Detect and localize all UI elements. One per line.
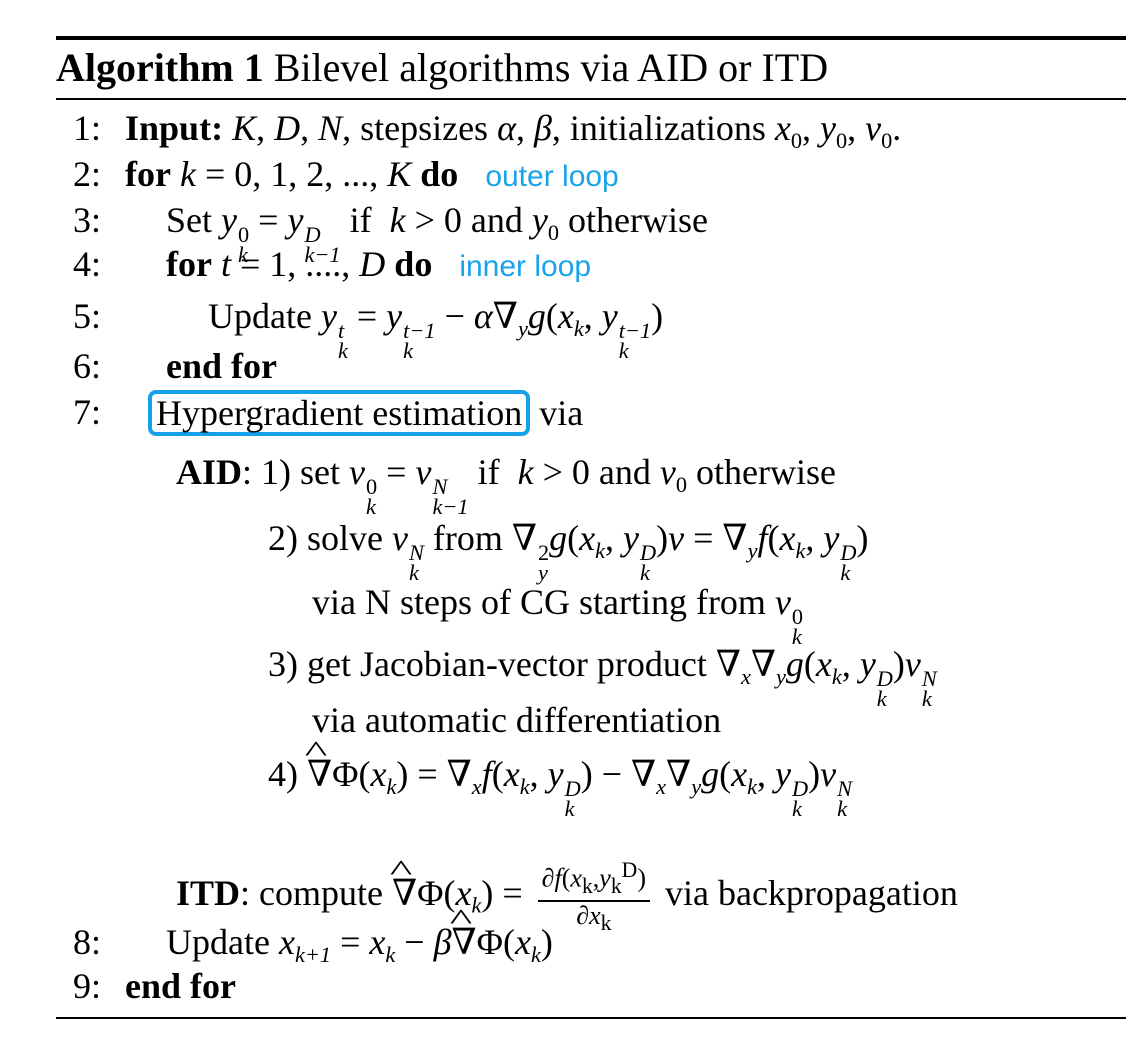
line-number-1: 1: (73, 108, 102, 148)
header-rule (56, 98, 1126, 100)
outer-loop-annotation: outer loop (485, 160, 619, 193)
line-number-7: 7: (73, 392, 102, 432)
line-number-6: 6: (73, 346, 102, 386)
line-9-end-for: end for (125, 966, 236, 1006)
line-number-5: 5: (73, 296, 102, 336)
line-2-outer-for: for k = 0, 1, 2, ..., K do outer loop (125, 154, 619, 194)
algorithm-title: Algorithm 1 Bilevel algorithms via AID o… (56, 44, 828, 92)
aid-step-4: 4) ∇Φ(xk) = ∇xf(xk, yDk) − ∇x∇yg(xk, yDk… (268, 752, 852, 820)
line-number-9: 9: (73, 966, 102, 1006)
line-6-end-for: end for (166, 346, 277, 386)
line-number-8: 8: (73, 922, 102, 962)
line-number-4: 4: (73, 244, 102, 284)
bottom-rule (56, 1017, 1126, 1019)
inner-loop-annotation: inner loop (459, 250, 592, 283)
line-7-hypergradient: Hypergradient estimation via (148, 390, 583, 436)
aid-step-3-cont: via automatic differentiation (312, 700, 722, 740)
top-rule (56, 36, 1126, 40)
algorithm-name: Bilevel algorithms via AID or ITD (273, 45, 829, 90)
aid-step-2: 2) solve vNk from ∇ 2 y g(xk, y Dk)v = ∇yf(x… (268, 518, 869, 586)
aid-step-2-cont: via N steps of CG starting from v0k (312, 582, 804, 650)
line-4-inner-for: for t = 1, ...., D do inner loop (166, 244, 592, 284)
itd-fraction: ∂f(xk,ykD) ∂xk (537, 856, 650, 937)
aid-step-1: AID: 1) set v0k = v Nk−1 if k > 0 and v0 … (176, 452, 836, 520)
line-number-3: 3: (73, 200, 102, 240)
line-number-2: 2: (73, 154, 102, 194)
algorithm-label: Algorithm 1 (56, 45, 264, 90)
hypergradient-highlight-box: Hypergradient estimation (148, 390, 531, 436)
